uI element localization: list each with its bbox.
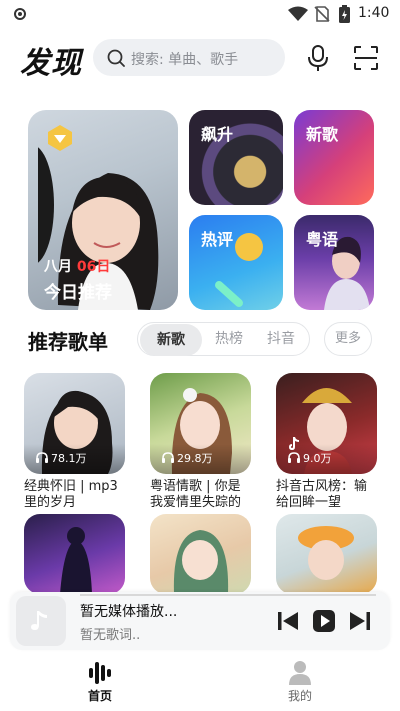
playlist-cover: 9.0万 <box>276 373 377 474</box>
battery-icon <box>339 5 350 23</box>
date-month: 八月 <box>44 259 72 275</box>
scan-icon[interactable] <box>353 45 379 71</box>
record-icon <box>14 8 26 20</box>
page-title: 发现 <box>20 46 82 81</box>
player-title: 暂无媒体播放... <box>80 604 178 620</box>
search-icon <box>107 49 125 67</box>
headphones-icon <box>288 452 300 463</box>
playlist-card[interactable] <box>24 514 125 594</box>
tile-label: 新歌 <box>306 125 339 144</box>
tile-label: 热评 <box>201 230 234 249</box>
cover-art <box>173 530 229 594</box>
tab-new[interactable]: 新歌 <box>140 324 202 356</box>
playlist-card[interactable] <box>150 514 251 594</box>
no-sim-icon <box>314 6 330 22</box>
playlist-name: 粤语情歌 | 你是我爱情里失踪的 <box>150 479 242 510</box>
hero-date: 八月 06日 <box>44 256 110 276</box>
tab-hot[interactable]: 热榜 <box>202 323 256 355</box>
playlist-name: 经典怀旧 | mp3里的岁月 <box>24 479 118 510</box>
play-count-text: 78.1万 <box>51 452 87 465</box>
status-bar: 1:40 <box>0 0 400 30</box>
play-count: 78.1万 <box>36 450 87 466</box>
play-count: 29.8万 <box>162 450 213 466</box>
daily-recommend-card[interactable]: 八月 06日 今日推荐 <box>28 110 178 310</box>
playlist-cover <box>150 514 251 594</box>
tile-new-songs[interactable]: 新歌 <box>294 110 374 205</box>
playlist-cover: 78.1万 <box>24 373 125 474</box>
more-button[interactable]: 更多 <box>324 322 372 356</box>
play-count: 9.0万 <box>288 450 332 466</box>
microphone-icon[interactable] <box>305 44 331 72</box>
tile-label: 粤语 <box>306 230 339 249</box>
music-note-icon <box>31 611 47 630</box>
playlist-card[interactable] <box>276 514 377 594</box>
tile-hot-comments[interactable]: 热评 <box>189 215 283 310</box>
diamond-badge-icon <box>48 125 72 151</box>
headphones-icon <box>36 452 48 463</box>
wifi-icon <box>288 6 308 21</box>
section-title: 推荐歌单 <box>28 330 108 354</box>
playlist-name: 抖音古风榜：输给回眸一望 <box>276 479 368 510</box>
previous-track-icon[interactable] <box>276 609 300 633</box>
nav-home-label: 首页 <box>87 689 112 703</box>
douyin-logo-icon <box>289 437 299 450</box>
cover-art <box>60 527 92 594</box>
nav-me[interactable]: 我的 <box>270 659 330 704</box>
play-count-text: 9.0万 <box>303 452 332 465</box>
tile-label: 飙升 <box>201 125 234 144</box>
bottom-nav: 首页 我的 <box>0 657 400 711</box>
mini-player[interactable]: 暂无媒体播放... 暂无歌词.. <box>10 592 390 650</box>
clock: 1:40 <box>358 5 390 21</box>
search-bar[interactable]: 搜索: 单曲、歌手 <box>93 39 285 76</box>
headphones-icon <box>162 452 174 463</box>
playlist-cover <box>276 514 377 594</box>
player-artwork <box>16 596 66 646</box>
tab-douyin[interactable]: 抖音 <box>254 323 308 355</box>
home-waveform-icon <box>89 662 111 684</box>
user-icon <box>289 661 311 685</box>
search-placeholder: 搜索: 单曲、歌手 <box>131 52 239 68</box>
player-lyrics: 暂无歌词.. <box>80 628 141 643</box>
player-progress-track <box>80 594 376 596</box>
tile-rising[interactable]: 飙升 <box>189 110 283 205</box>
tile-cantonese[interactable]: 粤语 <box>294 215 374 310</box>
nav-me-label: 我的 <box>287 689 312 703</box>
playlist-card[interactable]: 9.0万 抖音古风榜：输给回眸一望 <box>276 373 377 511</box>
next-track-icon[interactable] <box>348 609 372 633</box>
play-count-text: 29.8万 <box>177 452 213 465</box>
date-day: 06日 <box>76 259 111 275</box>
hero-title: 今日推荐 <box>44 283 112 303</box>
playlist-card[interactable]: 29.8万 粤语情歌 | 你是我爱情里失踪的 <box>150 373 251 511</box>
playlist-cover <box>24 514 125 594</box>
playlist-cover: 29.8万 <box>150 373 251 474</box>
cover-art <box>298 526 354 580</box>
playlist-tabs: 新歌 热榜 抖音 <box>137 322 310 356</box>
play-icon[interactable] <box>312 609 336 633</box>
playlist-card[interactable]: 78.1万 经典怀旧 | mp3里的岁月 <box>24 373 125 511</box>
nav-home[interactable]: 首页 <box>70 659 130 704</box>
